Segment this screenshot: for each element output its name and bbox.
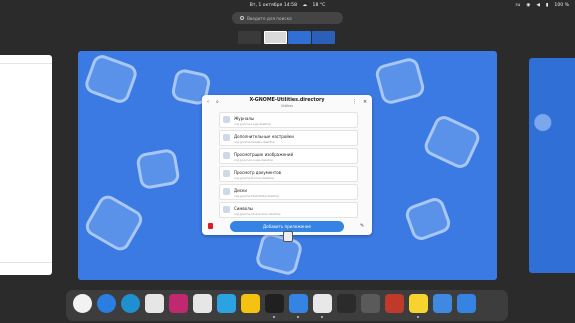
wifi-icon[interactable]: ◉ [526,3,530,8]
tweaks-icon [223,134,230,141]
password-manager-icon[interactable] [193,294,212,313]
edit-icon[interactable]: ✎ [360,223,364,229]
text-editor-icon[interactable] [337,294,356,313]
wallpaper-hexagon [82,191,146,255]
characters-icon [223,206,230,213]
app-name: Просмотр документов [234,170,282,175]
app-name: Символы [234,206,253,211]
logs-icon [223,116,230,123]
list-item[interactable]: Диски org.gnome.DiskUtility.desktop [219,184,358,200]
top-bar: Вт, 1 октября 14:58 ☁ 18 °C ru ◉ ◀ ▮ 100… [0,0,575,11]
disks-icon [223,188,230,195]
running-indicator [321,316,323,318]
bulb-app-icon[interactable] [241,294,260,313]
list-item[interactable]: Символы org.gnome.Characters.desktop [219,202,358,218]
wallpaper-hexagon [254,231,304,277]
left-window-preview[interactable] [0,55,52,275]
app-desktop-file: org.gnome.tweaks.desktop [234,140,275,144]
right-workspace-preview[interactable] [529,58,575,273]
close-icon[interactable]: × [363,99,367,105]
workspace-thumbnail-2[interactable] [264,31,287,44]
app-desktop-file: org.gnome.Characters.desktop [234,212,281,216]
workspace-thumbnail-1[interactable] [238,31,261,44]
app-desktop-file: org.gnome.DiskUtility.desktop [234,194,279,198]
image-viewer-icon [223,152,230,159]
wallpaper-hexagon [421,112,483,172]
battery-level: 100 % [554,3,569,8]
search-input[interactable]: Введите для поиска [232,12,343,24]
running-indicator [297,316,299,318]
running-indicator [273,316,275,318]
search-placeholder: Введите для поиска [247,15,292,21]
app-name: Журналы [234,116,254,121]
dialog-subtitle: Utilities [281,104,293,108]
search-icon [240,16,244,20]
dialog-header: ‹ ⌕ X-GNOME-Utilities.directory Utilitie… [202,95,372,112]
dock [66,290,508,321]
keyboard-layout[interactable]: ru [516,3,521,8]
thunderbird-icon[interactable] [97,294,116,313]
settings-icon[interactable] [145,294,164,313]
app-name: Просмотрщик изображений [234,152,294,157]
window-footer [0,262,52,275]
list-item[interactable]: Просмотр документов org.gnome.Evince.des… [219,166,358,182]
git-icon[interactable] [457,294,476,313]
notes-icon[interactable] [409,294,428,313]
volume-icon[interactable]: ◀ [536,3,540,8]
weather-temp[interactable]: 18 °C [313,3,326,8]
wallpaper-hexagon [135,147,181,191]
app-grid-icon[interactable] [481,294,500,313]
system-tray[interactable]: ru ◉ ◀ ▮ 100 % [516,3,570,8]
menu-icon[interactable]: ⋮ [352,99,357,105]
delete-icon[interactable] [208,223,213,229]
wallpaper-hexagon [373,55,427,107]
store-icon[interactable] [313,294,332,313]
app-desktop-file: org.gnome.Logs.desktop [234,122,272,126]
list-item[interactable]: Просмотрщик изображений org.gnome.Loupe.… [219,148,358,164]
web-browser-icon[interactable] [121,294,140,313]
workspace-thumbnail-3[interactable] [288,31,311,44]
document-viewer-icon [223,170,230,177]
telegram-icon[interactable] [217,294,236,313]
terminal-icon[interactable] [265,294,284,313]
docs-icon[interactable] [433,294,452,313]
weather-icon: ☁ [302,3,308,8]
wallpaper-hexagon [403,195,453,243]
toolbox-icon[interactable] [385,294,404,313]
calendar-icon[interactable] [169,294,188,313]
list-item[interactable]: Дополнительные настройки org.gnome.tweak… [219,130,358,146]
running-indicator [417,316,419,318]
tools-icon[interactable] [361,294,380,313]
app-desktop-file: org.gnome.Evince.desktop [234,176,275,180]
clock[interactable]: Вт, 1 октября 14:58 ☁ 18 °C [0,3,575,8]
workspace-thumbnail-4[interactable] [312,31,335,44]
app-desktop-file: org.gnome.Loupe.desktop [234,158,274,162]
battery-icon: ▮ [545,3,549,8]
date-time[interactable]: Вт, 1 октября 14:58 [250,3,297,8]
window-titlebar [0,55,52,64]
mouse-cursor [283,231,293,242]
wallpaper-hexagon [82,52,140,106]
dialog-title: X-GNOME-Utilities.directory [249,98,325,103]
list-item[interactable]: Журналы org.gnome.Logs.desktop [219,112,358,128]
yandex-browser-icon[interactable] [73,294,92,313]
files-icon[interactable] [289,294,308,313]
app-name: Диски [234,188,247,193]
app-folder-dialog[interactable]: ‹ ⌕ X-GNOME-Utilities.directory Utilitie… [202,95,372,235]
app-name: Дополнительные настройки [234,134,294,139]
